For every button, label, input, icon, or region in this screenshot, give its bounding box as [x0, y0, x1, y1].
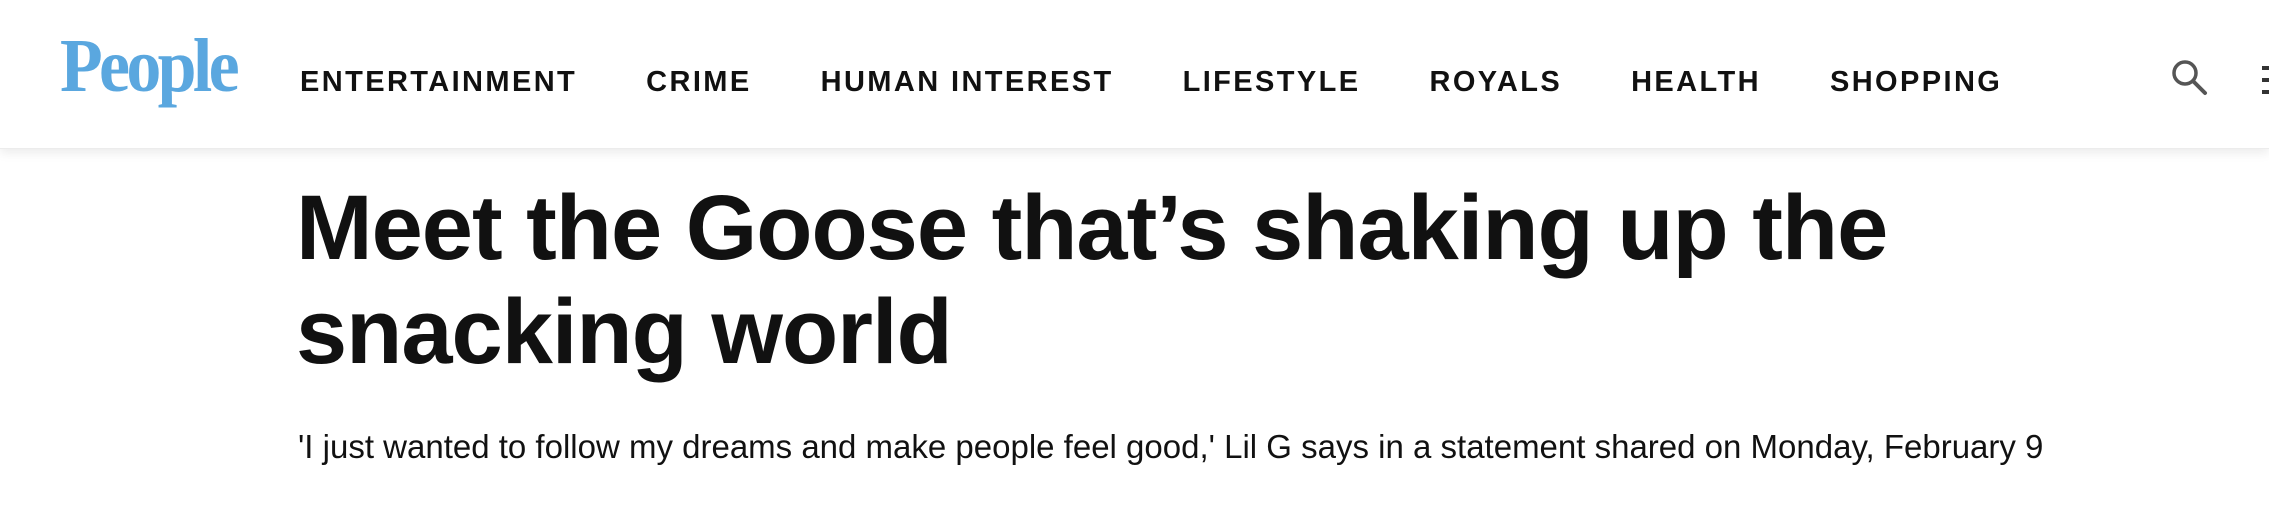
people-logo[interactable]: People	[60, 28, 240, 104]
nav-item-shopping[interactable]: SHOPPING	[1830, 66, 2002, 99]
nav-item-lifestyle[interactable]: LIFESTYLE	[1183, 66, 1361, 99]
article-headline: Meet the Goose that’s shaking up the sna…	[296, 177, 1888, 383]
article-subheadline: 'I just wanted to follow my dreams and m…	[298, 428, 2044, 465]
site-header: People ENTERTAINMENT CRIME HUMAN INTERES…	[0, 0, 2269, 149]
nav-item-health[interactable]: HEALTH	[1631, 66, 1761, 99]
menu-icon[interactable]	[2260, 60, 2269, 100]
search-icon[interactable]	[2168, 56, 2212, 100]
nav-item-crime[interactable]: CRIME	[646, 66, 751, 99]
nav-item-human-interest[interactable]: HUMAN INTEREST	[821, 66, 1114, 99]
nav-item-royals[interactable]: ROYALS	[1430, 66, 1563, 99]
nav-item-entertainment[interactable]: ENTERTAINMENT	[300, 66, 577, 99]
main-nav: ENTERTAINMENT CRIME HUMAN INTEREST LIFES…	[300, 62, 2071, 102]
